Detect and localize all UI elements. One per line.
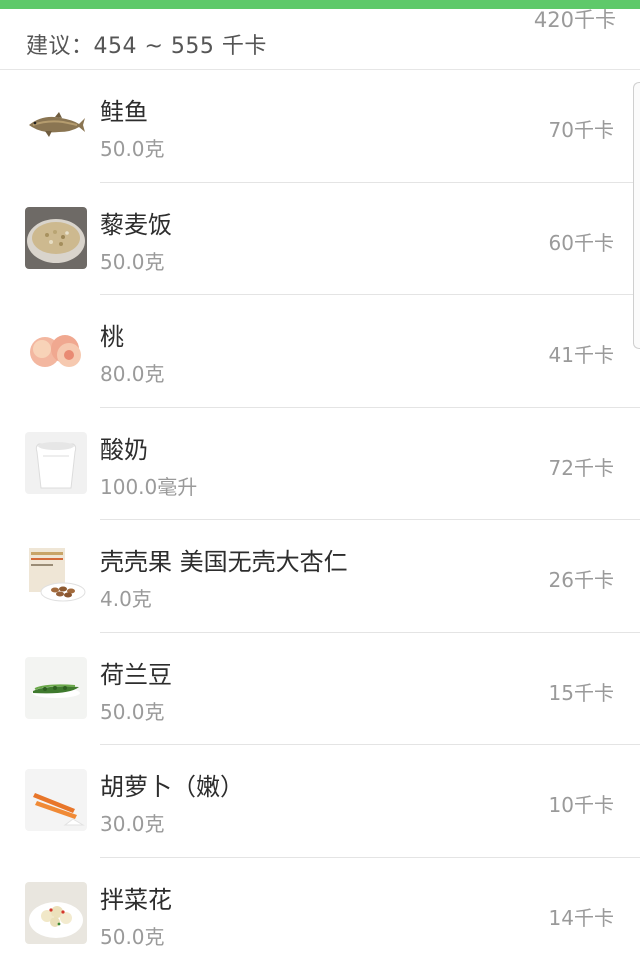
scrollbar[interactable] [633, 82, 640, 349]
yogurt-image [25, 431, 87, 494]
food-item-cauliflower-salad[interactable]: 拌菜花 50.0克 14千卡 [0, 858, 640, 960]
food-calories: 41千卡 [548, 343, 614, 367]
food-amount: 50.0克 [100, 699, 165, 724]
food-amount: 50.0克 [100, 924, 165, 949]
food-calories: 70千卡 [548, 118, 614, 142]
food-name: 荷兰豆 [100, 660, 172, 689]
food-calories: 60千卡 [548, 230, 614, 255]
food-item-peach[interactable]: 桃 80.0克 41千卡 [0, 295, 640, 408]
cauliflower-salad-image [25, 881, 87, 944]
food-list: 鲑鱼 50.0克 70千卡 藜麦饭 50.0克 60千卡 桃 80.0克 41千… [0, 70, 640, 960]
food-calories: 26千卡 [548, 568, 614, 592]
food-name: 胡萝卜（嫩） [100, 773, 244, 801]
food-item-almonds[interactable]: 壳壳果 美国无壳大杏仁 4.0克 26千卡 [0, 520, 640, 633]
food-name: 鲑鱼 [100, 98, 148, 126]
quinoa-rice-image [25, 206, 87, 269]
food-item-salmon[interactable]: 鲑鱼 50.0克 70千卡 [0, 70, 640, 183]
meal-detail-screen: 420千卡 建议：454 ~ 555 千卡 鲑鱼 50.0克 70千卡 藜麦饭 … [0, 0, 640, 960]
carrot-image [25, 769, 87, 831]
food-amount: 4.0克 [100, 587, 152, 611]
food-amount: 50.0克 [100, 137, 165, 161]
food-item-yogurt[interactable]: 酸奶 100.0毫升 72千卡 [0, 408, 640, 520]
food-name: 壳壳果 美国无壳大杏仁 [100, 548, 348, 576]
food-item-carrot[interactable]: 胡萝卜（嫩） 30.0克 10千卡 [0, 745, 640, 858]
food-amount: 30.0克 [100, 812, 165, 836]
food-item-quinoa-rice[interactable]: 藜麦饭 50.0克 60千卡 [0, 183, 640, 295]
food-name: 藜麦饭 [100, 210, 172, 239]
food-name: 酸奶 [100, 435, 148, 464]
almond-image [25, 544, 87, 606]
previous-total-calories: 420千卡 [533, 8, 616, 32]
suggested-calorie-range: 建议：454 ~ 555 千卡 [26, 34, 267, 59]
food-item-snow-peas[interactable]: 荷兰豆 50.0克 15千卡 [0, 633, 640, 745]
food-amount: 80.0克 [100, 362, 165, 386]
food-amount: 100.0毫升 [100, 474, 198, 499]
food-calories: 14千卡 [548, 905, 614, 930]
salmon-image [25, 94, 87, 156]
food-calories: 15千卡 [548, 680, 614, 705]
food-calories: 10千卡 [548, 793, 614, 817]
peach-image [25, 319, 87, 381]
snow-pea-image [25, 656, 87, 719]
meal-header: 420千卡 建议：454 ~ 555 千卡 [0, 8, 640, 70]
food-amount: 50.0克 [100, 249, 165, 274]
food-calories: 72千卡 [548, 455, 614, 480]
food-name: 桃 [100, 323, 124, 351]
food-name: 拌菜花 [100, 885, 172, 914]
